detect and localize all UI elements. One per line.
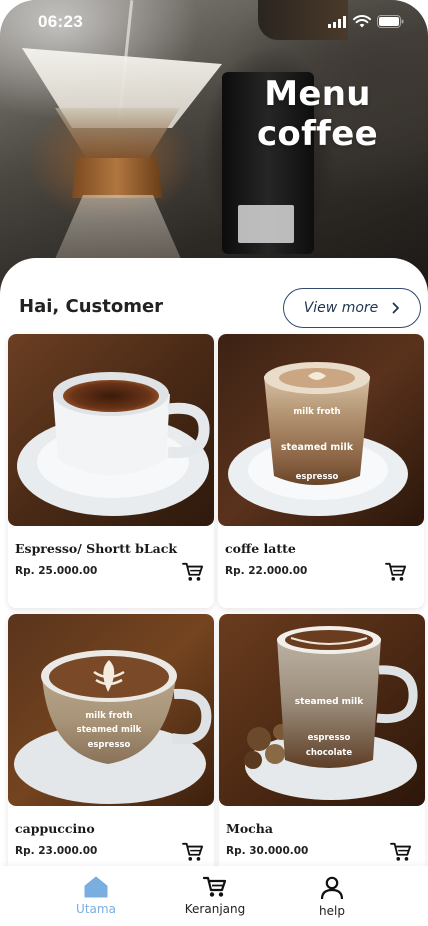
- home-icon: [84, 876, 108, 898]
- hero-title-line2: coffee: [256, 114, 378, 154]
- milk-froth-label: milk froth: [293, 407, 340, 417]
- add-to-cart-icon[interactable]: [390, 842, 412, 862]
- espresso-image: [8, 334, 214, 526]
- product-card[interactable]: Espresso/ Shortt bLack Rp. 25.000.00: [8, 334, 214, 608]
- nav-label-help: help: [319, 904, 345, 918]
- hero-banner: 06:23 Menu coffee: [0, 0, 428, 300]
- product-name: cappuccino: [15, 821, 95, 836]
- add-to-cart-icon[interactable]: [182, 562, 204, 582]
- nav-item-help[interactable]: help: [287, 876, 377, 918]
- app-screen: 06:23 Menu coffee Hai, Customer View mor…: [0, 0, 428, 926]
- nav-label-keranjang: Keranjang: [184, 902, 246, 916]
- product-name: coffe latte: [225, 541, 296, 556]
- status-icons: [328, 15, 404, 28]
- status-time: 06:23: [38, 12, 83, 31]
- view-more-button[interactable]: View more: [283, 288, 421, 328]
- product-card[interactable]: steamed milk espresso chocolate Mocha Rp…: [219, 614, 425, 888]
- hero-title-line1: Menu: [264, 74, 371, 114]
- espresso-label: espresso: [296, 472, 339, 482]
- add-to-cart-icon[interactable]: [182, 842, 204, 862]
- product-name: Mocha: [226, 821, 273, 836]
- latte-image: milk froth steamed milk espresso: [218, 334, 424, 526]
- chocolate-label: chocolate: [306, 748, 353, 758]
- bottom-navigation: Utama Keranjang help: [0, 866, 428, 926]
- chemex-collar-image: [72, 158, 162, 198]
- product-price: Rp. 30.000.00: [226, 845, 309, 857]
- chevron-right-icon: [392, 302, 400, 314]
- status-bar: 06:23: [0, 0, 428, 46]
- user-icon: [320, 876, 344, 900]
- nav-item-utama[interactable]: Utama: [51, 876, 141, 916]
- steamed-milk-label: steamed milk: [77, 725, 142, 735]
- cart-icon: [202, 876, 227, 897]
- wifi-icon: [353, 15, 371, 28]
- milk-froth-label: milk froth: [85, 711, 132, 721]
- hero-title: Menu coffee: [257, 74, 378, 154]
- product-price: Rp. 22.000.00: [225, 565, 308, 577]
- battery-icon: [377, 15, 404, 28]
- espresso-label: espresso: [88, 740, 131, 750]
- product-price: Rp. 23.000.00: [15, 845, 98, 857]
- steamed-milk-label: steamed milk: [281, 442, 354, 453]
- product-name: Espresso/ Shortt bLack: [15, 541, 178, 556]
- signal-icon: [328, 15, 346, 28]
- cappuccino-image: milk froth steamed milk espresso: [8, 614, 214, 806]
- nav-label-utama: Utama: [76, 902, 116, 916]
- steamed-milk-label: steamed milk: [295, 697, 364, 707]
- product-price: Rp. 25.000.00: [15, 565, 98, 577]
- product-card[interactable]: milk froth steamed milk espresso cappucc…: [8, 614, 214, 888]
- espresso-label: espresso: [308, 733, 351, 743]
- nav-item-keranjang[interactable]: Keranjang: [170, 876, 260, 916]
- product-card[interactable]: milk froth steamed milk espresso coffe l…: [218, 334, 424, 608]
- view-more-label: View more: [303, 300, 379, 316]
- mocha-image: steamed milk espresso chocolate: [219, 614, 425, 806]
- coffee-bag-label: [238, 205, 294, 243]
- greeting-text: Hai, Customer: [19, 296, 164, 317]
- add-to-cart-icon[interactable]: [385, 562, 407, 582]
